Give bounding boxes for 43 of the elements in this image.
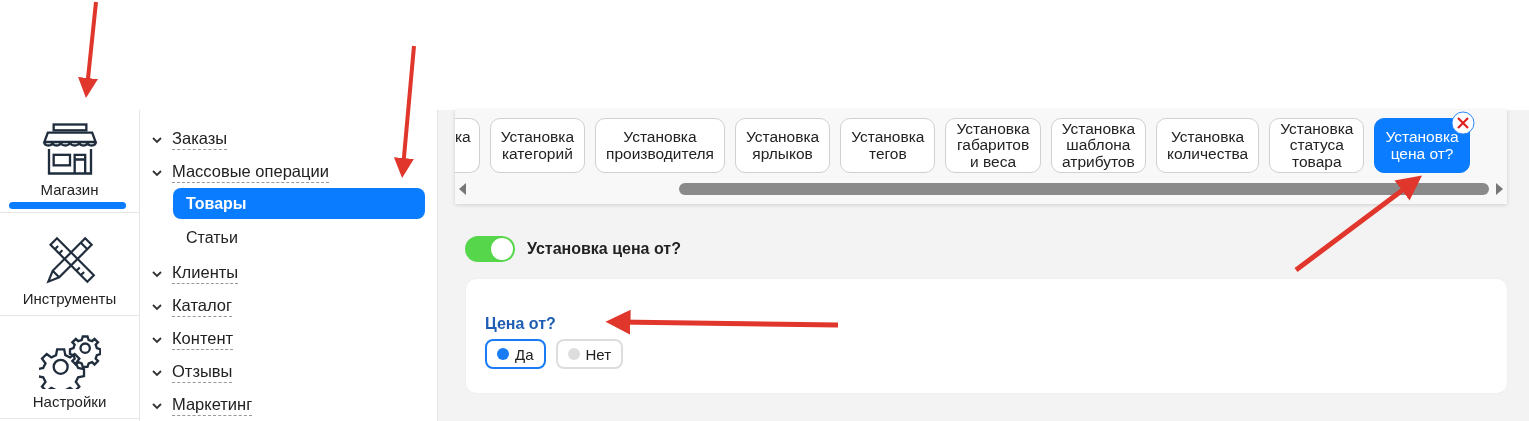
scroll-right-icon[interactable]: [1495, 183, 1503, 195]
chevron-down-icon[interactable]: [152, 271, 162, 278]
scrollbar-thumb[interactable]: [679, 183, 1489, 195]
radio-option[interactable]: Нет: [555, 339, 624, 369]
rail-label: Инструменты: [22, 290, 117, 307]
submenu-item[interactable]: Товары: [173, 188, 425, 219]
tab[interactable]: ка: [455, 118, 480, 173]
tab[interactable]: Установка статуса товара: [1269, 118, 1365, 173]
tab[interactable]: Установка производителя: [595, 118, 725, 173]
ruler-pencil-icon: [43, 234, 96, 286]
field-label: Цена от?: [485, 315, 556, 333]
menu-item[interactable]: Каталог: [172, 294, 232, 317]
tab[interactable]: Установка тегов: [840, 118, 936, 173]
tab[interactable]: Установка количества: [1156, 118, 1260, 173]
menu-item[interactable]: Клиенты: [172, 261, 239, 284]
radio-option[interactable]: Да: [485, 339, 546, 369]
section-title: Установка цена от?: [527, 240, 681, 258]
chevron-down-icon[interactable]: [152, 403, 162, 410]
submenu-item[interactable]: Статьи: [173, 222, 425, 253]
rail-item[interactable]: Настройки: [0, 316, 139, 419]
menu-item[interactable]: Массовые операции: [172, 160, 329, 183]
menu-item[interactable]: Отзывы: [172, 360, 233, 383]
tab[interactable]: Установка категорий: [489, 118, 585, 173]
chevron-down-icon[interactable]: [152, 337, 162, 344]
tab[interactable]: Установка шаблона атрибутов: [1050, 118, 1146, 173]
chevron-down-icon[interactable]: [152, 370, 162, 377]
menu-item[interactable]: Контент: [172, 327, 234, 350]
gears-icon: [38, 333, 101, 389]
chevron-down-icon[interactable]: [152, 137, 162, 144]
tab[interactable]: Установка ярлыков: [734, 118, 831, 173]
tab[interactable]: Установка цена от?: [1374, 118, 1470, 173]
rail-item[interactable]: Инструменты: [0, 213, 139, 316]
menu-item[interactable]: Маркетинг: [172, 393, 253, 416]
rail-label: Настройки: [32, 393, 107, 410]
menu-item[interactable]: Заказы: [172, 127, 228, 150]
chevron-down-icon[interactable]: [152, 304, 162, 311]
toggle-switch[interactable]: [465, 236, 515, 262]
tab[interactable]: Установка габаритов и веса: [945, 118, 1041, 173]
rail-item[interactable]: Магазин: [0, 110, 139, 213]
shop-icon: [41, 121, 98, 177]
chevron-down-icon[interactable]: [152, 170, 162, 177]
rail-label: Магазин: [40, 181, 99, 198]
scroll-left-icon[interactable]: [459, 183, 467, 195]
